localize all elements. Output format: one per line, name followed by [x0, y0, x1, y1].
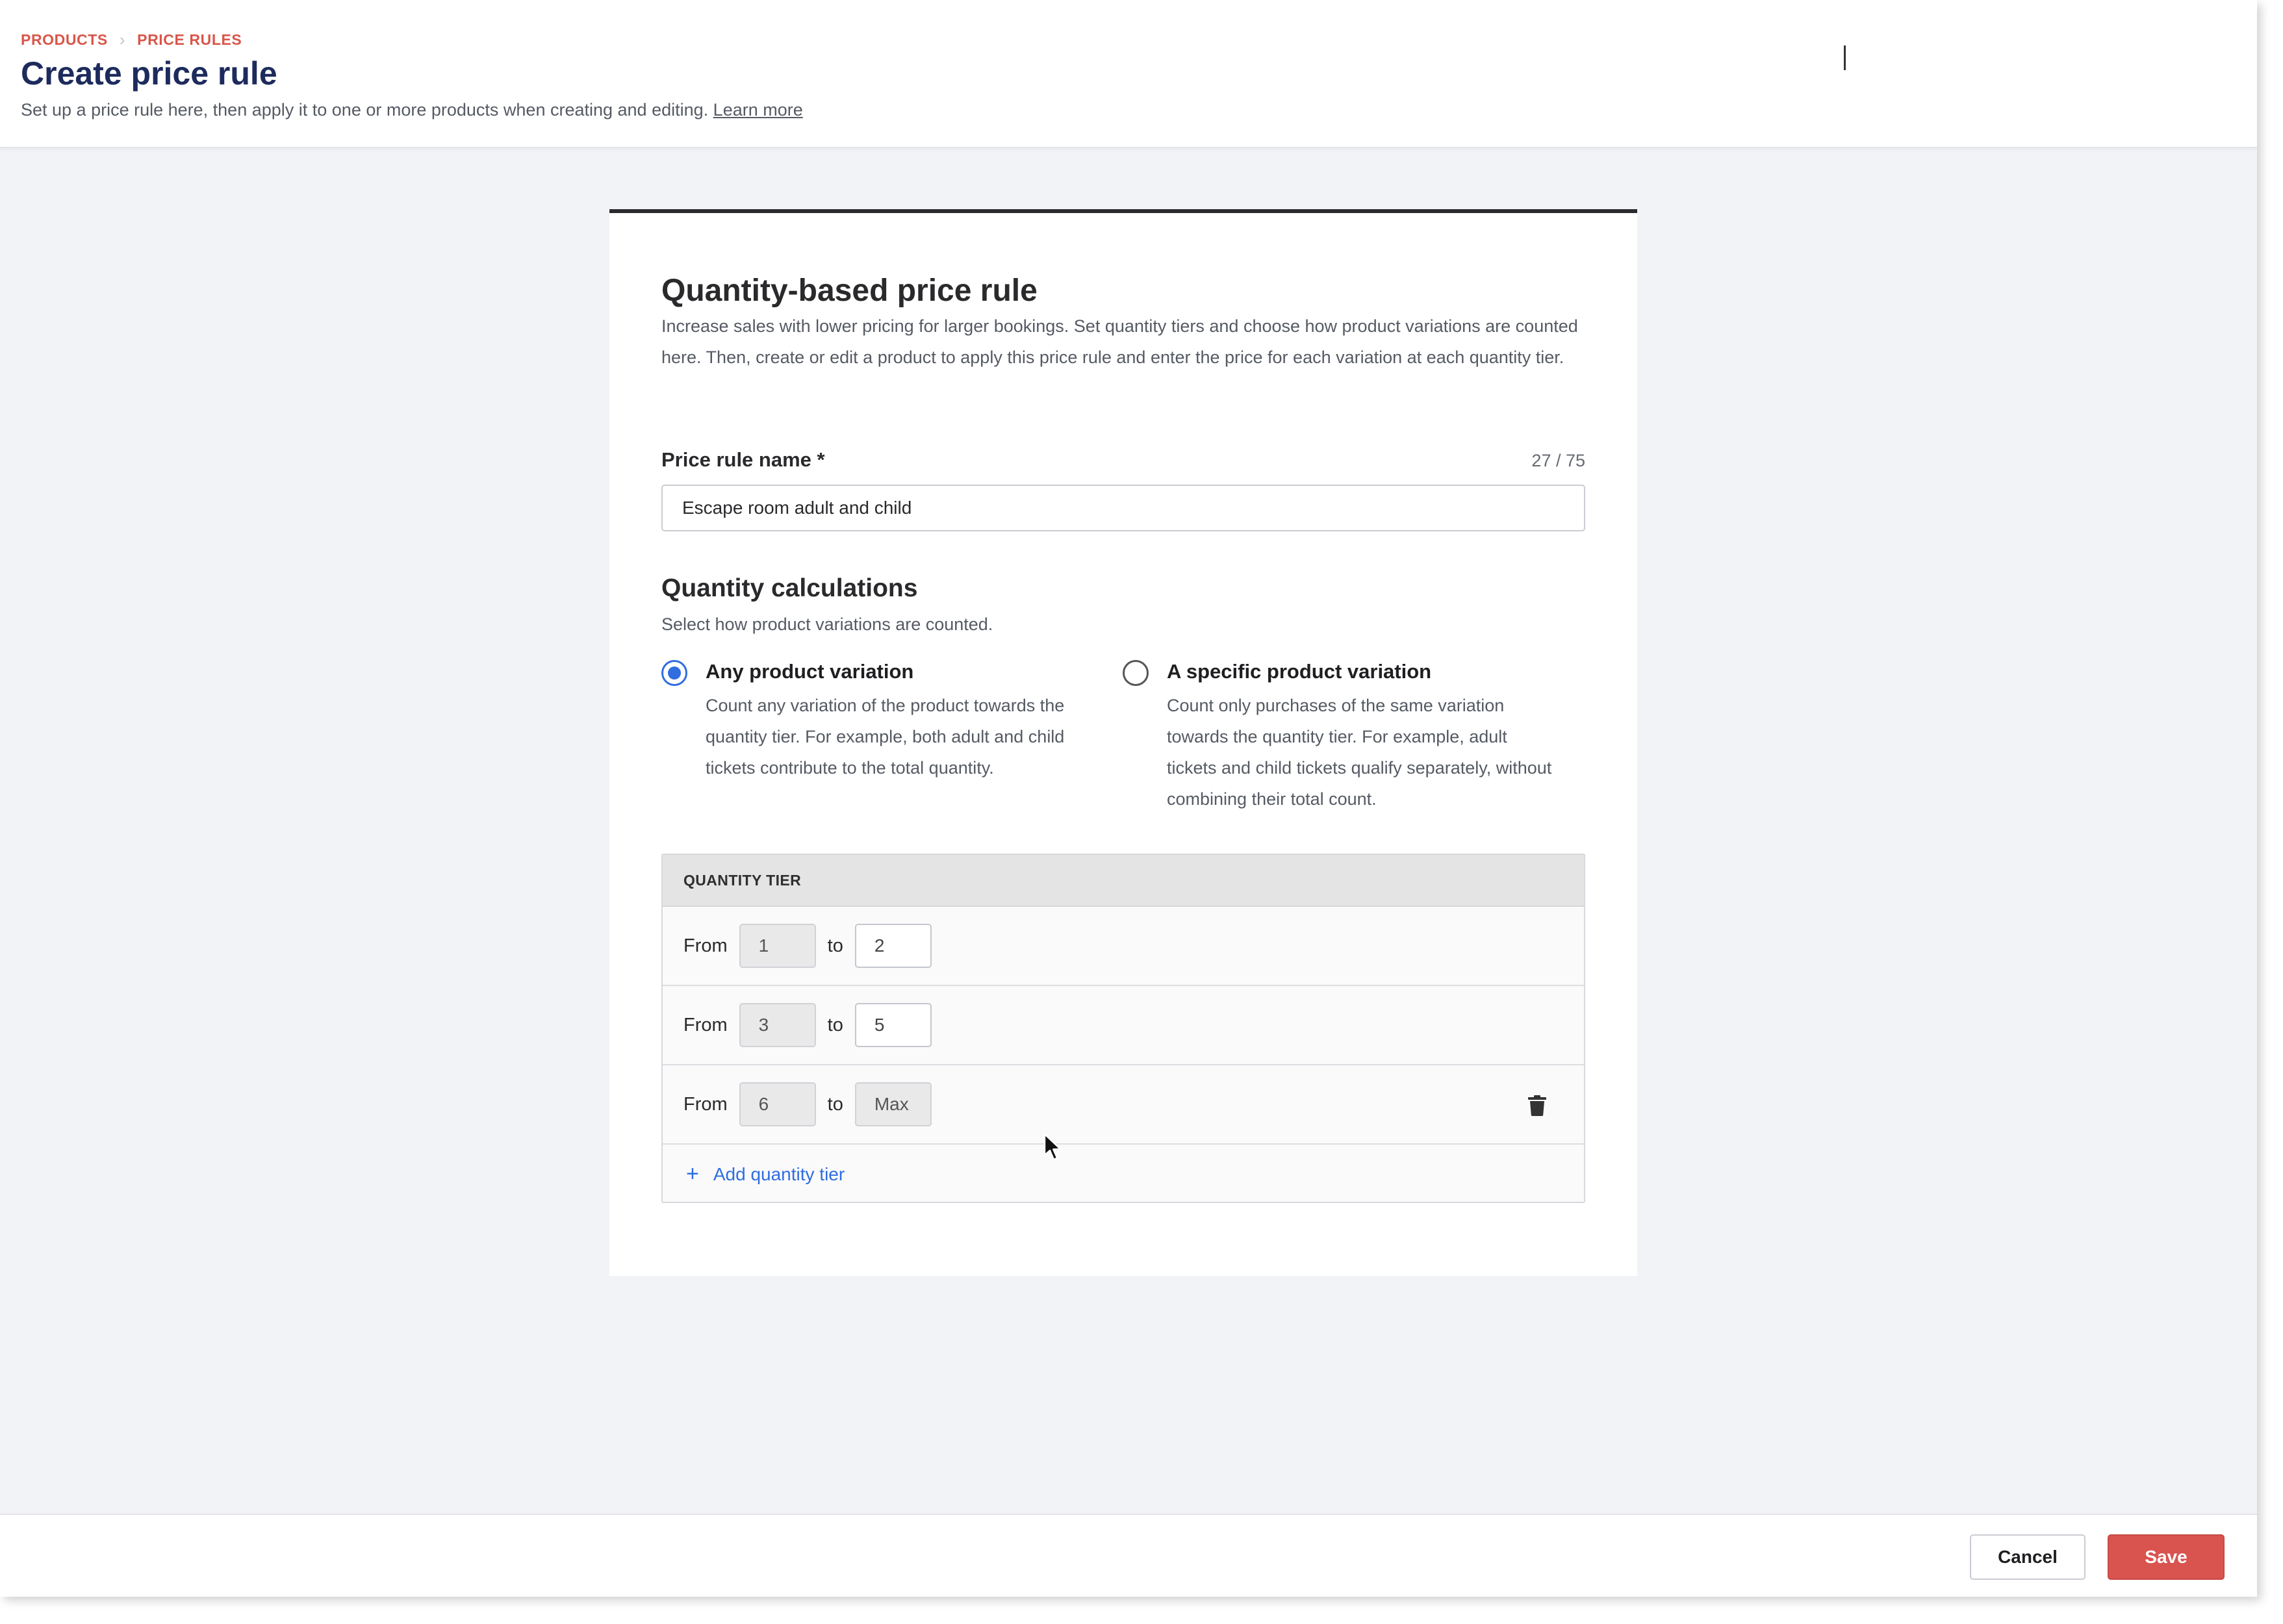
- tier-to-input: [854, 1082, 932, 1126]
- page-subtitle: Set up a price rule here, then apply it …: [21, 100, 803, 120]
- tier-to-input[interactable]: [854, 1003, 932, 1047]
- add-quantity-tier-label: Add quantity tier: [713, 1164, 845, 1184]
- chevron-right-icon: ›: [119, 30, 126, 49]
- app-window: PRODUCTS › PRICE RULES Create price rule…: [0, 0, 2257, 1597]
- quantity-calculations-description: Select how product variations are counte…: [661, 615, 993, 634]
- radio-label: Any product variation: [706, 660, 914, 683]
- plus-icon: +: [686, 1161, 699, 1186]
- cancel-button[interactable]: Cancel: [1970, 1534, 2085, 1580]
- page-title: Create price rule: [21, 55, 277, 92]
- price-rule-card: Quantity-based price rule Increase sales…: [609, 209, 1637, 1276]
- radio-description: Count any variation of the product towar…: [706, 696, 1065, 778]
- page-header: PRODUCTS › PRICE RULES Create price rule…: [0, 0, 2257, 148]
- tier-from-input: [739, 1003, 816, 1047]
- price-rule-name-label: Price rule name *: [661, 448, 825, 471]
- add-quantity-tier-button[interactable]: + Add quantity tier: [663, 1145, 1584, 1202]
- breadcrumb-products[interactable]: PRODUCTS: [21, 31, 108, 49]
- tier-row: From to: [663, 986, 1584, 1065]
- tier-from-input: [739, 1082, 816, 1126]
- save-button[interactable]: Save: [2108, 1534, 2225, 1580]
- page-footer: Cancel Save: [0, 1514, 2257, 1597]
- text-caret: [1844, 45, 1846, 70]
- breadcrumb-price-rules[interactable]: PRICE RULES: [137, 31, 242, 49]
- tier-row: From to: [663, 1065, 1584, 1145]
- from-label: From: [683, 1014, 728, 1035]
- to-label: to: [827, 1014, 843, 1035]
- quantity-calculations-title: Quantity calculations: [661, 574, 918, 602]
- from-label: From: [683, 1093, 728, 1115]
- breadcrumb: PRODUCTS › PRICE RULES: [21, 30, 242, 50]
- mouse-pointer-icon: [1043, 1133, 1062, 1161]
- radio-unchecked-icon[interactable]: [1123, 660, 1149, 686]
- quantity-tier-table: QUANTITY TIER From to From to From to: [661, 854, 1585, 1203]
- radio-description: Count only purchases of the same variati…: [1167, 696, 1552, 809]
- to-label: to: [827, 935, 843, 956]
- tier-row: From to: [663, 907, 1584, 986]
- price-rule-name-input[interactable]: [661, 485, 1585, 531]
- tier-from-input: [739, 924, 816, 968]
- page-subtitle-text: Set up a price rule here, then apply it …: [21, 100, 709, 120]
- learn-more-link[interactable]: Learn more: [713, 100, 803, 120]
- card-description: Increase sales with lower pricing for la…: [661, 316, 1578, 367]
- from-label: From: [683, 935, 728, 956]
- tier-table-header: QUANTITY TIER: [663, 855, 1584, 907]
- trash-icon[interactable]: [1528, 1095, 1546, 1116]
- char-count: 27 / 75: [1531, 451, 1585, 470]
- card-title: Quantity-based price rule: [661, 273, 1038, 308]
- to-label: to: [827, 1093, 843, 1115]
- tier-to-input[interactable]: [854, 924, 932, 968]
- radio-label: A specific product variation: [1167, 660, 1432, 683]
- radio-checked-icon[interactable]: [661, 660, 687, 686]
